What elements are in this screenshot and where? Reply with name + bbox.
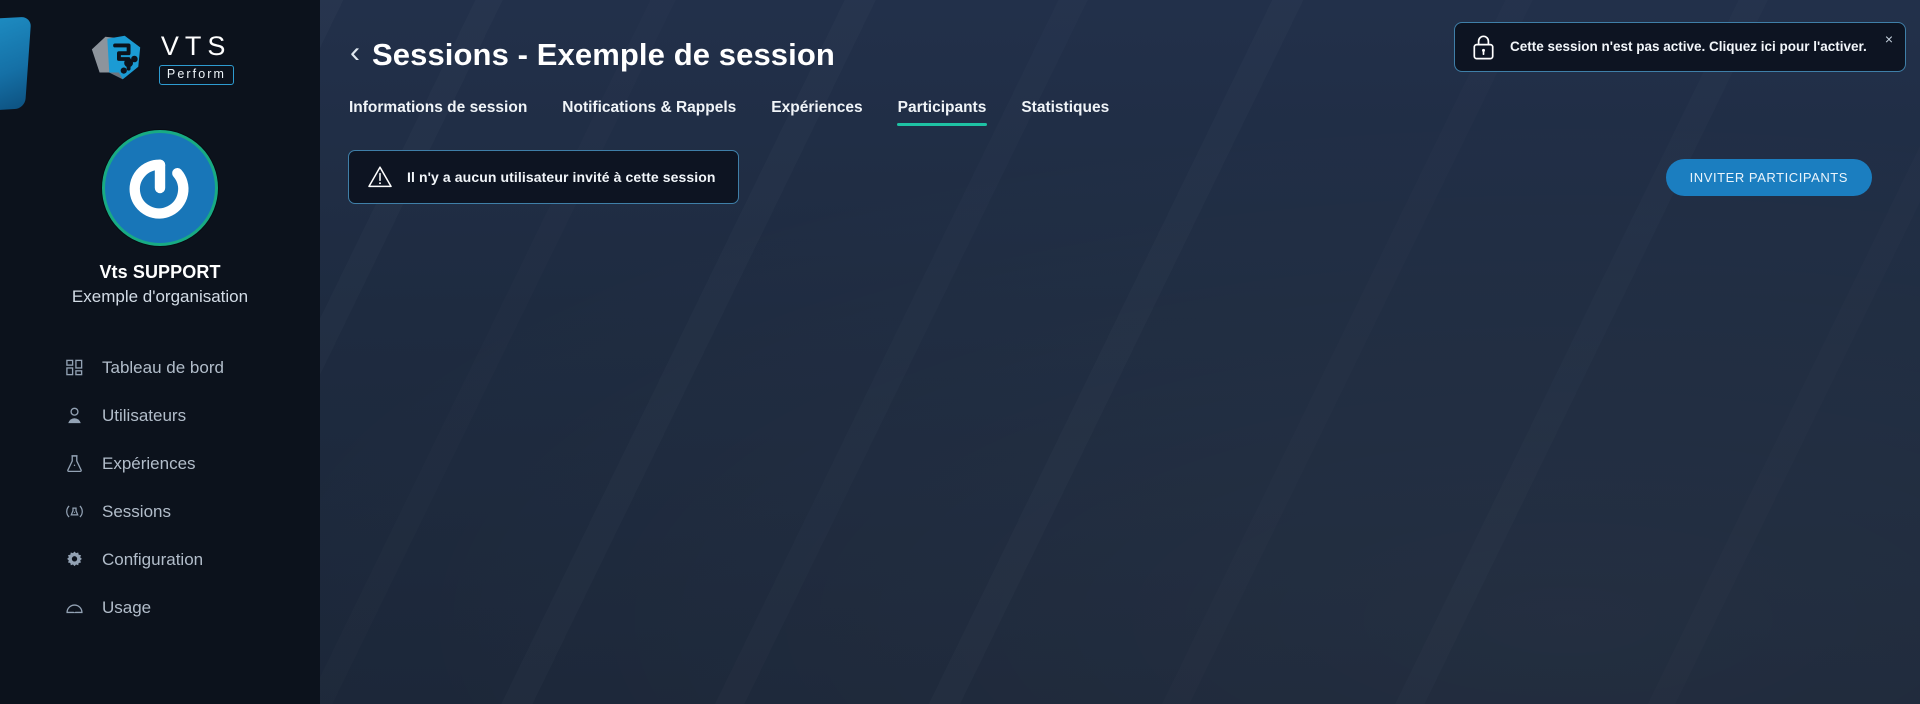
vts-hexagon-logo-icon (86, 30, 148, 88)
participants-panel: Il n'y a aucun utilisateur invité à cett… (320, 126, 1920, 205)
power-button-avatar-icon (123, 151, 197, 225)
sidebar-item-sessions[interactable]: Sessions (64, 487, 320, 535)
tab-bar: Informations de session Notifications & … (320, 72, 1920, 127)
sidebar-item-label: Configuration (102, 549, 204, 569)
warning-triangle-icon (367, 164, 393, 190)
sidebar-item-label: Sessions (102, 501, 171, 521)
session-broadcast-icon (64, 501, 84, 521)
sidebar-item-utilisateurs[interactable]: Utilisateurs (64, 391, 320, 439)
avatar[interactable] (102, 130, 218, 246)
tab-experiences[interactable]: Expériences (770, 99, 863, 126)
dashboard-grid-icon (64, 357, 84, 377)
profile-name: Vts SUPPORT (99, 262, 221, 282)
brand-logo[interactable]: VTS Perform (0, 0, 320, 112)
app-root: VTS Perform Vts SUPPORT Exemple d'organi… (0, 0, 1920, 704)
sidebar-item-experiences[interactable]: Expériences (64, 439, 320, 487)
session-inactive-toast[interactable]: Cette session n'est pas active. Cliquez … (1454, 22, 1906, 72)
tab-participants[interactable]: Participants (896, 99, 988, 127)
tab-notifications-rappels[interactable]: Notifications & Rappels (561, 99, 737, 126)
toast-message: Cette session n'est pas active. Cliquez … (1510, 38, 1867, 54)
user-icon (64, 405, 84, 425)
alert-message: Il n'y a aucun utilisateur invité à cett… (407, 169, 716, 186)
sidebar-item-configuration[interactable]: Configuration (64, 535, 320, 583)
tab-statistiques[interactable]: Statistiques (1020, 99, 1110, 126)
sidebar: VTS Perform Vts SUPPORT Exemple d'organi… (0, 0, 320, 704)
close-icon[interactable]: × (1881, 29, 1897, 49)
sidebar-nav: Tableau de bord Utilisateurs Expériences… (0, 343, 320, 631)
sidebar-item-usage[interactable]: Usage (64, 583, 320, 631)
tab-informations-de-session[interactable]: Informations de session (348, 99, 528, 126)
lock-icon (1471, 33, 1496, 61)
sidebar-item-label: Usage (102, 597, 152, 617)
page-title: Sessions - Exemple de session (372, 37, 835, 72)
sidebar-item-tableau-de-bord[interactable]: Tableau de bord (64, 343, 320, 391)
gauge-icon (64, 597, 84, 617)
profile-organisation: Exemple d'organisation (71, 287, 249, 306)
brand-name: VTS (160, 31, 232, 62)
empty-participants-alert: Il n'y a aucun utilisateur invité à cett… (348, 150, 739, 205)
chevron-left-icon[interactable]: ‹ (350, 38, 360, 72)
sidebar-item-label: Expériences (102, 453, 196, 473)
sidebar-item-label: Utilisateurs (102, 405, 187, 425)
gear-icon (64, 549, 84, 569)
flask-icon (64, 453, 84, 473)
main-content: ‹ Sessions - Exemple de session Informat… (320, 0, 1920, 704)
invite-participants-button[interactable]: INVITER PARTICIPANTS (1665, 158, 1872, 196)
sidebar-item-label: Tableau de bord (102, 357, 224, 377)
profile-block: Vts SUPPORT Exemple d'organisation (0, 112, 320, 307)
brand-product: Perform (158, 65, 235, 85)
